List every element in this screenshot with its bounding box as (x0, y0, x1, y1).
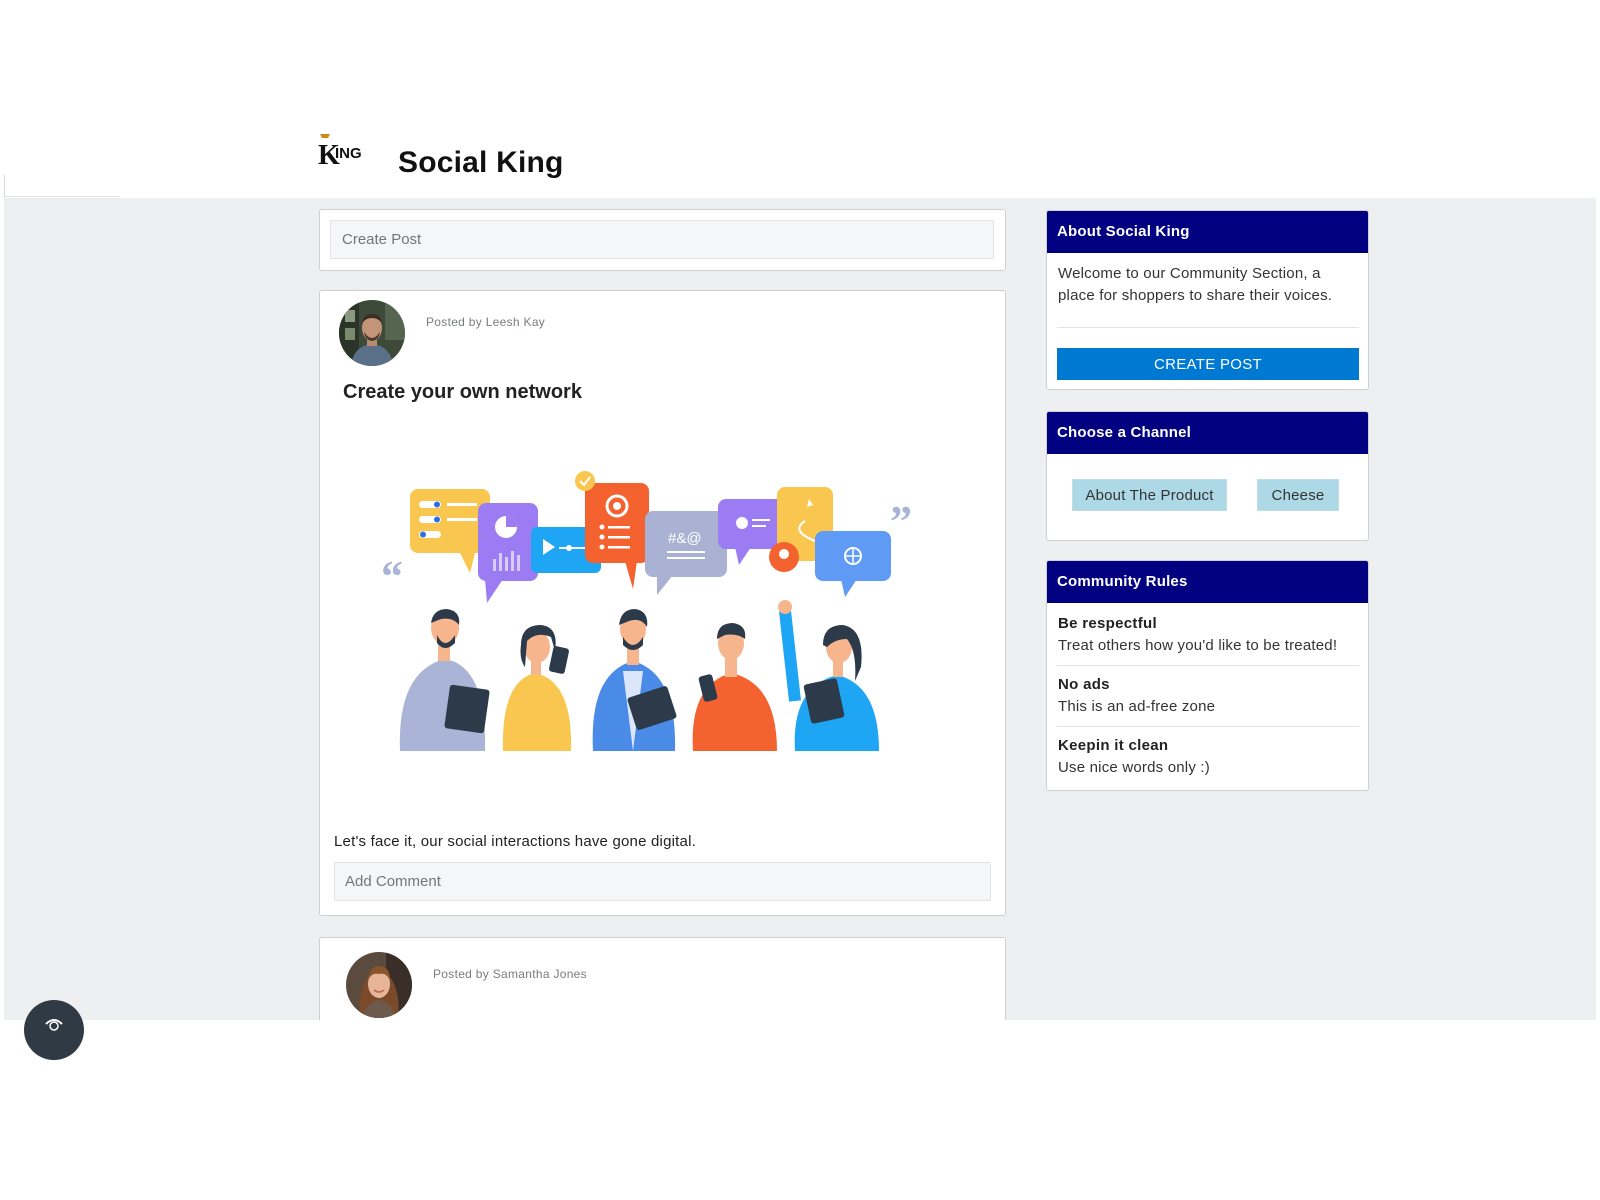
divider (4, 175, 5, 198)
about-text: Welcome to our Community Section, a plac… (1058, 265, 1333, 304)
post-author: Posted by Samantha Jones (433, 967, 587, 981)
post-author: Posted by Leesh Kay (426, 315, 546, 329)
chat-widget-button[interactable] (24, 1000, 84, 1060)
viewport-cutoff (0, 1020, 1600, 1200)
chat-icon (45, 1019, 63, 1031)
site-header: K ING Social King (0, 0, 1600, 198)
divider (4, 196, 120, 197)
divider (1057, 726, 1359, 727)
rule-description: This is an ad-free zone (1058, 698, 1216, 715)
add-comment-input[interactable] (334, 862, 991, 901)
rule-item: No ads This is an ad-free zone (1058, 674, 1360, 718)
post-card: Posted by Leesh Kay Create your own netw… (319, 290, 1006, 916)
create-post-input[interactable] (330, 220, 994, 259)
svg-text:”: ” (890, 497, 912, 546)
rules-title: Community Rules (1047, 561, 1368, 603)
rule-title: Keepin it clean (1058, 737, 1169, 754)
about-card: About Social King Welcome to our Communi… (1046, 210, 1369, 390)
post-body: Let's face it, our social interactions h… (334, 833, 696, 850)
svg-text:“: “ (381, 552, 403, 601)
divider (1057, 665, 1359, 666)
about-title: About Social King (1047, 211, 1368, 253)
divider (1057, 327, 1359, 328)
community-rules-card: Community Rules Be respectful Treat othe… (1046, 560, 1369, 791)
network-illustration: “ ” #&@ (381, 471, 912, 751)
channel-title: Choose a Channel (1047, 412, 1368, 454)
king-logo[interactable]: K ING (318, 132, 366, 172)
channel-card: Choose a Channel About The Product Chees… (1046, 411, 1369, 541)
avatar[interactable] (339, 300, 405, 366)
channel-about-the-product-button[interactable]: About The Product (1072, 479, 1227, 511)
site-title: Social King (398, 146, 564, 179)
avatar[interactable] (346, 952, 412, 1018)
rule-title: Be respectful (1058, 615, 1157, 632)
rule-item: Be respectful Treat others how you'd lik… (1058, 613, 1360, 657)
rule-description: Treat others how you'd like to be treate… (1058, 637, 1338, 654)
post-title[interactable]: Create your own network (343, 381, 582, 404)
channel-cheese-button[interactable]: Cheese (1257, 479, 1339, 511)
rule-description: Use nice words only :) (1058, 759, 1210, 776)
page: K ING Social King Posted by Lee (0, 0, 1600, 1200)
rule-item: Keepin it clean Use nice words only :) (1058, 735, 1360, 779)
svg-text:#&@: #&@ (668, 530, 702, 547)
svg-text:ING: ING (335, 145, 362, 162)
create-post-button[interactable]: CREATE POST (1057, 348, 1359, 380)
rule-title: No ads (1058, 676, 1110, 693)
create-post-card (319, 209, 1006, 271)
